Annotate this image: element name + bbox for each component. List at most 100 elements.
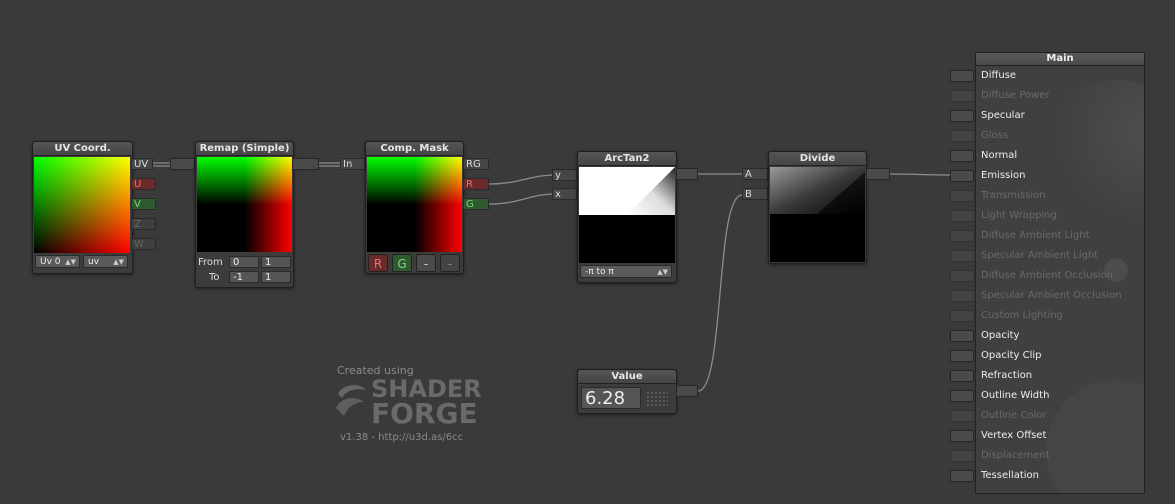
remap-node[interactable]: Remap (Simple) From 0 1 To -1 1	[195, 141, 294, 288]
main-input-row[interactable]: Custom Lighting	[950, 309, 1145, 323]
mask-a-button[interactable]: -	[440, 254, 460, 272]
main-input-connector[interactable]	[950, 430, 974, 442]
main-input-connector[interactable]	[950, 190, 974, 202]
arctan-output-connector[interactable]	[676, 168, 698, 180]
main-input-connector[interactable]	[950, 370, 974, 382]
main-input-row[interactable]: Tessellation	[950, 469, 1145, 483]
remap-from-min-field[interactable]: 0	[229, 256, 259, 268]
remap-input-connector[interactable]	[170, 158, 195, 170]
chevron-icon: ▲▼	[65, 258, 76, 266]
chevron-icon: ▲▼	[657, 268, 668, 276]
value-node[interactable]: Value 6.28	[577, 369, 677, 414]
uv-output-v[interactable]: V	[131, 198, 156, 210]
uv-output-u[interactable]: U	[131, 178, 156, 190]
main-input-label: Transmission	[981, 190, 1046, 201]
main-input-label: Outline Color	[981, 410, 1047, 421]
main-input-row[interactable]: Specular Ambient Occlusion	[950, 289, 1145, 303]
node-title: Divide	[769, 152, 866, 166]
main-input-connector[interactable]	[950, 350, 974, 362]
main-input-label: Specular Ambient Light	[981, 250, 1099, 261]
main-input-row[interactable]: Normal	[950, 149, 1145, 163]
main-input-connector[interactable]	[950, 110, 974, 122]
remap-from-max-field[interactable]: 1	[261, 256, 291, 268]
main-input-connector[interactable]	[950, 70, 974, 82]
main-input-row[interactable]: Light Wrapping	[950, 209, 1145, 223]
divide-output-connector[interactable]	[866, 168, 890, 180]
main-input-row[interactable]: Opacity Clip	[950, 349, 1145, 363]
node-title: ArcTan2	[578, 152, 676, 166]
main-input-label: Gloss	[981, 130, 1009, 141]
main-input-connector[interactable]	[950, 410, 974, 422]
main-input-connector[interactable]	[950, 470, 974, 482]
remap-output-connector[interactable]	[292, 158, 319, 170]
main-input-connector[interactable]	[950, 390, 974, 402]
main-input-connector[interactable]	[950, 290, 974, 302]
wire-value-to-b	[697, 194, 743, 392]
uv-output-z[interactable]: Z	[131, 218, 156, 230]
mask-output-g[interactable]: G	[463, 198, 489, 210]
uv-coord-node[interactable]: UV Coord. Uv 0 ▲▼ uv ▲▼	[32, 141, 133, 274]
mask-g-button[interactable]: G	[392, 254, 412, 272]
remap-preview	[197, 157, 292, 252]
mask-output-r[interactable]: R	[463, 178, 489, 190]
main-input-connector[interactable]	[950, 310, 974, 322]
main-input-row[interactable]: Specular Ambient Light	[950, 249, 1145, 263]
uv-channel-dropdown[interactable]: Uv 0 ▲▼	[35, 255, 80, 268]
remap-to-min-field[interactable]: -1	[229, 271, 259, 283]
value-field[interactable]: 6.28	[581, 387, 641, 409]
main-input-label: Refraction	[981, 370, 1033, 381]
main-input-connector[interactable]	[950, 150, 974, 162]
main-input-label: Tessellation	[981, 470, 1039, 481]
main-input-connector[interactable]	[950, 450, 974, 462]
divide-input-b[interactable]: B	[742, 188, 768, 200]
main-input-label: Opacity	[981, 330, 1020, 341]
value-output-connector[interactable]	[676, 385, 698, 397]
arctan-input-x[interactable]: x	[552, 188, 577, 200]
main-input-connector[interactable]	[950, 230, 974, 242]
main-input-row[interactable]: Opacity	[950, 329, 1145, 343]
main-input-connector[interactable]	[950, 90, 974, 102]
divide-input-a[interactable]: A	[742, 168, 768, 180]
main-input-connector[interactable]	[950, 250, 974, 262]
main-input-row[interactable]: Transmission	[950, 189, 1145, 203]
main-input-connector[interactable]	[950, 130, 974, 142]
mask-input-in[interactable]: In	[340, 158, 365, 170]
main-input-row[interactable]: Outline Width	[950, 389, 1145, 403]
mask-output-rg[interactable]: RG	[463, 158, 489, 170]
main-input-label: Custom Lighting	[981, 310, 1063, 321]
remap-to-max-field[interactable]: 1	[261, 271, 291, 283]
uv-mode-dropdown[interactable]: uv ▲▼	[83, 255, 128, 268]
wire-divide-to-emission	[889, 173, 951, 176]
uv-output-uv[interactable]: UV	[131, 158, 153, 170]
arctan-preview	[579, 167, 675, 263]
main-input-row[interactable]: Emission	[950, 169, 1145, 183]
main-input-connector[interactable]	[950, 170, 974, 182]
main-input-row[interactable]: Vertex Offset	[950, 429, 1145, 443]
main-input-connector[interactable]	[950, 210, 974, 222]
main-input-row[interactable]: Specular	[950, 109, 1145, 123]
uv-output-w[interactable]: W	[131, 238, 156, 250]
main-input-row[interactable]: Gloss	[950, 129, 1145, 143]
main-input-row[interactable]: Refraction	[950, 369, 1145, 383]
node-title: UV Coord.	[33, 142, 132, 156]
arctan-range-value: -π to π	[585, 267, 614, 277]
main-input-row[interactable]: Diffuse Power	[950, 89, 1145, 103]
mask-b-button[interactable]: -	[416, 254, 436, 272]
main-input-row[interactable]: Diffuse Ambient Light	[950, 229, 1145, 243]
main-input-connector[interactable]	[950, 330, 974, 342]
main-input-row[interactable]: Displacement	[950, 449, 1145, 463]
comp-mask-node[interactable]: Comp. Mask R G - -	[365, 141, 464, 274]
value-drag-handle[interactable]	[646, 391, 668, 407]
arctan-range-dropdown[interactable]: -π to π ▲▼	[580, 265, 672, 278]
main-input-connector[interactable]	[950, 270, 974, 282]
chevron-icon: ▲▼	[113, 258, 124, 266]
mask-r-button[interactable]: R	[368, 254, 388, 272]
node-title: Remap (Simple)	[196, 142, 293, 156]
main-input-row[interactable]: Outline Color	[950, 409, 1145, 423]
arctan2-node[interactable]: ArcTan2 -π to π ▲▼	[577, 151, 677, 283]
divide-node[interactable]: Divide	[768, 151, 867, 264]
main-input-row[interactable]: Diffuse	[950, 69, 1145, 83]
main-input-label: Diffuse	[981, 70, 1017, 81]
arctan-input-y[interactable]: y	[552, 169, 577, 181]
main-input-row[interactable]: Diffuse Ambient Occlusion	[950, 269, 1145, 283]
